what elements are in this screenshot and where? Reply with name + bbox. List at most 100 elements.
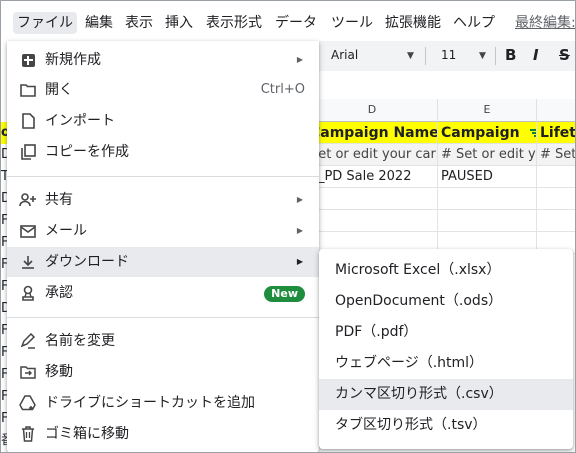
menu-label: 承認 — [45, 285, 73, 301]
empty-cell[interactable] — [537, 210, 575, 232]
file-menu: 新規作成 ▶ 開く Ctrl+O インポート コピーを作成 共有 ▶ メール ▶… — [7, 41, 319, 452]
menu-email[interactable]: メール ▶ — [7, 216, 319, 246]
toolbar-divider — [425, 47, 426, 65]
submenu-label: PDF（.pdf） — [335, 324, 418, 340]
data-cell[interactable]: PAUSED — [438, 166, 537, 188]
empty-cell[interactable] — [438, 210, 537, 232]
menubar: ファイル 編集 表示 挿入 表示形式 データ ツール 拡張機能 ヘルプ 最終編集… — [1, 1, 575, 41]
menu-format[interactable]: 表示形式 — [206, 12, 262, 34]
plus-box-icon — [19, 51, 37, 69]
menu-label: インポート — [45, 113, 115, 129]
menu-open[interactable]: 開く Ctrl+O — [7, 75, 319, 105]
new-badge: New — [264, 286, 305, 302]
menu-label: 共有 — [45, 192, 73, 208]
column-header-f[interactable] — [537, 99, 575, 122]
toolbar-divider — [495, 47, 496, 65]
hint-cell[interactable]: # Set or edit yo — [438, 144, 537, 166]
menu-label: 移動 — [45, 364, 73, 380]
person-add-icon — [19, 191, 37, 209]
submenu-label: カンマ区切り形式（.csv） — [335, 386, 503, 402]
menu-label: ゴミ箱に移動 — [45, 426, 129, 442]
submenu-label: ウェブページ（.html） — [335, 355, 484, 371]
menu-label: 新規作成 — [45, 52, 101, 68]
menu-extensions[interactable]: 拡張機能 — [385, 12, 441, 34]
menu-label: ドライブにショートカットを追加 — [45, 395, 255, 411]
submenu-label: OpenDocument（.ods） — [335, 293, 503, 309]
header-cell-campaign-name[interactable]: Campaign Name — [307, 122, 438, 144]
menu-trash[interactable]: ゴミ箱に移動 — [7, 419, 319, 449]
font-dropdown-caret-icon[interactable]: ▼ — [407, 51, 414, 61]
rename-icon — [19, 332, 37, 350]
menu-download[interactable]: ダウンロード ▶ — [7, 247, 319, 277]
download-pdf[interactable]: PDF（.pdf） — [319, 317, 573, 348]
menu-move[interactable]: 移動 — [7, 357, 319, 387]
trash-icon — [19, 425, 37, 443]
download-icon — [19, 253, 37, 271]
menu-label: コピーを作成 — [45, 144, 129, 160]
column-header-d[interactable]: D — [307, 99, 438, 122]
app-window: ファイル 編集 表示 挿入 表示形式 データ ツール 拡張機能 ヘルプ 最終編集… — [0, 0, 576, 453]
download-csv[interactable]: カンマ区切り形式（.csv） — [319, 379, 573, 410]
move-folder-icon — [19, 363, 37, 381]
empty-cell[interactable] — [307, 210, 438, 232]
header-text: Campaign Name — [310, 125, 438, 141]
download-tsv[interactable]: タブ区切り形式（.tsv） — [319, 410, 573, 441]
shortcut-text: Ctrl+O — [260, 82, 305, 97]
approval-icon — [19, 284, 37, 302]
font-family-select[interactable]: Arial — [331, 48, 358, 62]
copy-icon — [19, 143, 37, 161]
menu-label: 名前を変更 — [45, 333, 115, 349]
submenu-arrow-icon: ▶ — [296, 226, 303, 235]
menu-make-copy[interactable]: コピーを作成 — [7, 137, 319, 167]
menu-add-shortcut[interactable]: ドライブにショートカットを追加 — [7, 388, 319, 418]
menu-view[interactable]: 表示 — [125, 12, 153, 34]
empty-cell[interactable] — [537, 188, 575, 210]
empty-cell[interactable] — [438, 188, 537, 210]
download-submenu: Microsoft Excel（.xlsx） OpenDocument（.ods… — [319, 249, 573, 449]
file-icon — [19, 112, 37, 130]
header-cell-campaign[interactable]: Campaign — [438, 122, 537, 144]
header-text: Campaign — [441, 125, 520, 141]
submenu-arrow-icon: ▶ — [296, 55, 303, 64]
menu-data[interactable]: データ — [275, 12, 317, 34]
menu-label: ダウンロード — [45, 254, 129, 270]
hint-cell[interactable]: # Set — [537, 144, 575, 166]
menu-help[interactable]: ヘルプ — [453, 12, 495, 34]
menu-new[interactable]: 新規作成 ▶ — [7, 45, 319, 75]
data-cell[interactable]: T_PD Sale 2022 — [307, 166, 438, 188]
mail-icon — [19, 222, 37, 240]
download-ods[interactable]: OpenDocument（.ods） — [319, 286, 573, 317]
strikethrough-button[interactable]: S — [559, 46, 570, 64]
font-size-caret-icon[interactable]: ▼ — [479, 51, 486, 61]
submenu-arrow-icon: ▶ — [296, 257, 303, 266]
menu-label: メール — [45, 223, 87, 239]
submenu-label: タブ区切り形式（.tsv） — [335, 417, 487, 433]
hint-cell[interactable]: Set or edit your car — [307, 144, 438, 166]
column-header-e[interactable]: E — [438, 99, 537, 122]
empty-cell[interactable] — [307, 188, 438, 210]
menu-divider — [7, 176, 319, 177]
drive-shortcut-icon — [19, 394, 37, 412]
font-size-select[interactable]: 11 — [441, 48, 456, 62]
folder-icon — [19, 81, 37, 99]
menu-tools[interactable]: ツール — [331, 12, 373, 34]
header-cell-lifetime[interactable]: Lifetin — [537, 122, 575, 144]
data-cell[interactable] — [537, 166, 575, 188]
menu-import[interactable]: インポート — [7, 106, 319, 136]
menu-label: 開く — [45, 82, 73, 98]
download-xlsx[interactable]: Microsoft Excel（.xlsx） — [319, 255, 573, 286]
menu-share[interactable]: 共有 ▶ — [7, 185, 319, 215]
submenu-arrow-icon: ▶ — [296, 195, 303, 204]
bold-button[interactable]: B — [505, 46, 516, 64]
menu-file[interactable]: ファイル — [13, 12, 77, 34]
menu-insert[interactable]: 挿入 — [165, 12, 193, 34]
menu-divider — [7, 317, 319, 318]
menu-rename[interactable]: 名前を変更 — [7, 326, 319, 356]
italic-button[interactable]: I — [533, 46, 539, 64]
menu-edit[interactable]: 編集 — [85, 12, 113, 34]
download-html[interactable]: ウェブページ（.html） — [319, 348, 573, 379]
last-edit-link[interactable]: 最終編集: — [515, 12, 575, 34]
toolbar: Arial ▼ 11 ▼ B I S — [319, 41, 575, 71]
menu-approvals[interactable]: 承認 New — [7, 278, 319, 308]
submenu-label: Microsoft Excel（.xlsx） — [335, 262, 501, 278]
